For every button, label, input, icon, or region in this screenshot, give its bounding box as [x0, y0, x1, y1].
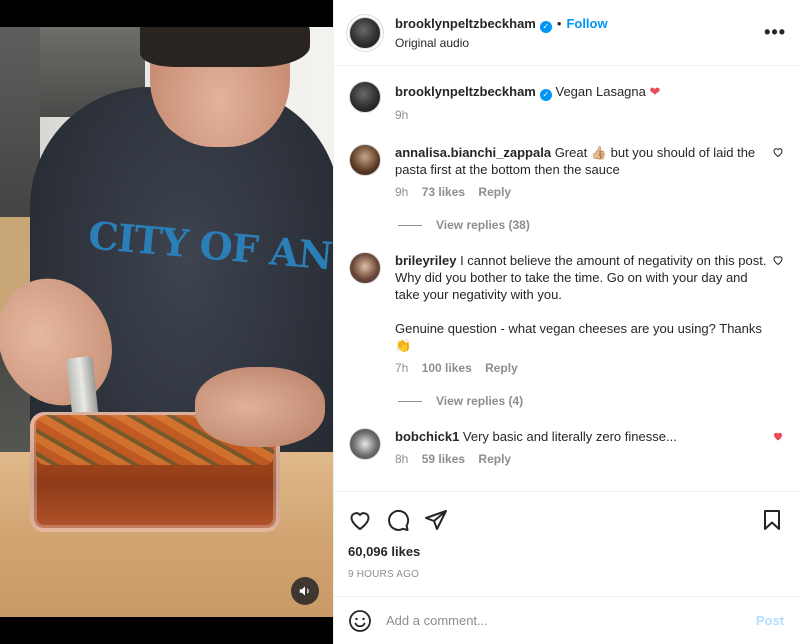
comment-like-button[interactable] — [770, 146, 784, 201]
mute-button[interactable] — [291, 577, 319, 605]
comment-time: 8h — [395, 452, 409, 466]
comment-meta: 8h 59 likes Reply — [395, 451, 770, 468]
separator-dot: • — [556, 15, 562, 31]
comment-like-button[interactable] — [770, 430, 784, 468]
clap-emoji: 👏 — [395, 338, 412, 353]
post-modal: CITY OF ANGELS brooklynpeltzbeckham ✓ • Fol… — [0, 0, 800, 644]
view-replies-label: View replies (4) — [436, 394, 524, 408]
comment-text: annalisa.bianchi_zappala Great 👍🏼 but yo… — [395, 144, 770, 178]
audio-link[interactable]: Original audio — [395, 36, 764, 50]
verified-badge-icon: ✓ — [539, 20, 552, 33]
follow-button[interactable]: Follow — [566, 16, 607, 31]
post-header: brooklynpeltzbeckham ✓ • Follow Original au… — [334, 0, 800, 66]
comment-body-2: Genuine question - what vegan cheeses ar… — [395, 321, 762, 336]
bookmark-icon[interactable] — [760, 508, 784, 532]
view-replies-label: View replies (38) — [436, 218, 530, 232]
post-actions: 60,096 likes 9 HOURS AGO — [334, 491, 800, 580]
comment-meta: 7h 100 likes Reply — [395, 360, 770, 377]
comment-item: annalisa.bianchi_zappala Great 👍🏼 but yo… — [334, 144, 800, 201]
caption-time: 9h — [395, 108, 409, 122]
video-frame: CITY OF ANGELS — [0, 27, 333, 617]
replies-divider — [398, 400, 422, 402]
action-icons — [348, 500, 784, 540]
author-username[interactable]: brooklynpeltzbeckham — [395, 16, 536, 31]
comment-input[interactable] — [386, 613, 756, 628]
replies-divider — [398, 224, 422, 226]
comments-list[interactable]: brooklynpeltzbeckham ✓ Vegan Lasagna ❤ 9h… — [334, 67, 800, 491]
emoji-picker-icon[interactable] — [348, 609, 372, 633]
like-heart-icon[interactable] — [348, 508, 372, 532]
post-sidebar: brooklynpeltzbeckham ✓ • Follow Original au… — [333, 0, 800, 644]
share-paper-plane-icon[interactable] — [424, 508, 448, 532]
comment-item: brileyriley I cannot believe the amount … — [334, 252, 800, 377]
comment-meta: 9h 73 likes Reply — [395, 184, 770, 201]
comment-text-paragraph: Genuine question - what vegan cheeses ar… — [395, 320, 770, 354]
post-video[interactable]: CITY OF ANGELS — [0, 0, 333, 644]
heart-outline-icon — [773, 148, 783, 158]
caption-username[interactable]: brooklynpeltzbeckham — [395, 84, 536, 99]
caption-avatar[interactable] — [349, 81, 381, 113]
speaker-icon — [299, 586, 309, 596]
comment-text: brileyriley I cannot believe the amount … — [395, 252, 770, 303]
add-comment-bar: Post — [334, 596, 800, 644]
post-timestamp: 9 HOURS AGO — [348, 569, 420, 580]
heart-outline-icon — [773, 256, 783, 266]
comment-time: 9h — [395, 185, 409, 199]
caption-body: Vegan Lasagna — [555, 84, 646, 99]
comment-time: 7h — [395, 361, 409, 375]
verified-badge-icon: ✓ — [539, 89, 552, 101]
person-hair — [140, 27, 310, 67]
comment-likes[interactable]: 73 likes — [422, 185, 465, 199]
comment-likes[interactable]: 59 likes — [422, 452, 465, 466]
more-options-button[interactable]: ••• — [764, 22, 786, 43]
comment-username[interactable]: bobchick1 — [395, 429, 459, 444]
comment-text: bobchick1 Very basic and literally zero … — [395, 428, 770, 445]
caption: brooklynpeltzbeckham ✓ Vegan Lasagna ❤ 9h — [334, 67, 800, 124]
comment-username[interactable]: annalisa.bianchi_zappala — [395, 145, 551, 160]
comment-body: Very basic and literally zero finesse... — [462, 429, 677, 444]
reply-button[interactable]: Reply — [478, 452, 511, 466]
commenter-avatar[interactable] — [349, 428, 381, 460]
reply-button[interactable]: Reply — [485, 361, 518, 375]
commenter-avatar[interactable] — [349, 144, 381, 176]
view-replies-button[interactable]: View replies (38) — [398, 218, 800, 232]
comment-likes[interactable]: 100 likes — [422, 361, 472, 375]
view-replies-button[interactable]: View replies (4) — [398, 394, 800, 408]
author-avatar[interactable] — [349, 16, 381, 49]
heart-filled-icon — [774, 432, 782, 441]
reply-button[interactable]: Reply — [478, 185, 511, 199]
author-info: brooklynpeltzbeckham ✓ • Follow Original au… — [395, 16, 764, 50]
comment-item: bobchick1 Very basic and literally zero … — [334, 428, 800, 468]
comment-bubble-icon[interactable] — [386, 508, 410, 532]
post-comment-button[interactable]: Post — [756, 613, 784, 628]
caption-text: brooklynpeltzbeckham ✓ Vegan Lasagna ❤ — [395, 83, 784, 101]
comment-like-button[interactable] — [770, 254, 784, 377]
heart-emoji: ❤ — [649, 84, 661, 99]
likes-count[interactable]: 60,096 likes — [348, 544, 784, 559]
commenter-avatar[interactable] — [349, 252, 381, 284]
comment-username[interactable]: brileyriley — [395, 253, 456, 268]
person-hand — [195, 367, 325, 447]
caption-meta: 9h — [395, 107, 784, 124]
